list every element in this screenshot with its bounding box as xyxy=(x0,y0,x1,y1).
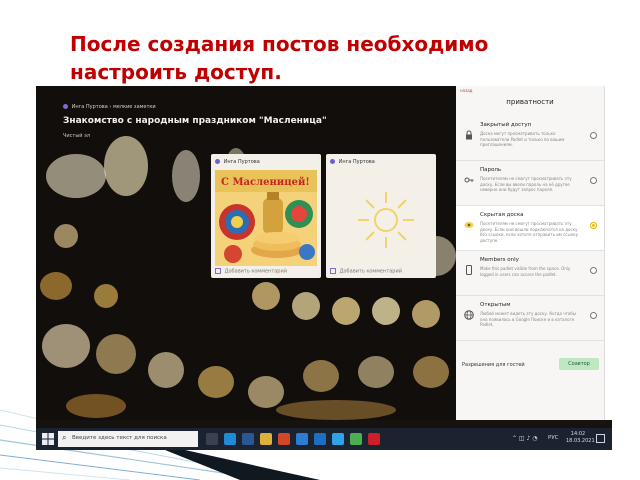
post-author: Инга Пуртова xyxy=(330,159,375,165)
post-author-name: Инга Пуртова xyxy=(223,159,260,165)
radio-button[interactable] xyxy=(590,312,597,319)
guest-permissions-label: Разрешения для гостей xyxy=(462,362,525,368)
privacy-option-public[interactable]: Открытым Любой может видеть эту доску. К… xyxy=(456,296,604,341)
add-comment[interactable]: Добавить комментарий xyxy=(215,268,287,275)
breadcrumb-folder[interactable]: мелкие заметки xyxy=(113,104,156,110)
windows-start-icon[interactable] xyxy=(42,433,54,445)
eye-hidden-icon xyxy=(464,220,474,230)
sun-drawing-image[interactable] xyxy=(330,170,432,266)
edge-icon[interactable] xyxy=(224,433,236,445)
key-icon xyxy=(464,175,474,185)
back-link[interactable]: назад xyxy=(460,88,472,93)
clock[interactable]: 14:02 18.03.2021 xyxy=(566,431,595,445)
comment-icon xyxy=(330,268,336,274)
option-description: Посетителям не смогут просматривать эту … xyxy=(480,176,572,192)
guest-permissions-dropdown[interactable]: Соавтор xyxy=(559,358,599,370)
clock-date: 18.03.2021 xyxy=(566,438,595,444)
user-avatar-icon xyxy=(63,104,68,109)
slide-heading: После создания постов необходимо настрои… xyxy=(70,30,590,86)
taskbar-search-box[interactable]: ⌕ Введите здесь текст для поиска xyxy=(58,431,198,447)
explorer-icon[interactable] xyxy=(260,433,272,445)
option-description: Посетителям не смогут просматривать эту … xyxy=(480,221,578,243)
add-comment[interactable]: Добавить комментарий xyxy=(330,268,402,275)
privacy-option-password[interactable]: Пароль Посетителям не смогут просматрива… xyxy=(456,161,604,206)
word-icon[interactable] xyxy=(242,433,254,445)
search-icon: ⌕ xyxy=(62,433,67,442)
phone-icon xyxy=(464,265,474,275)
chrome-icon[interactable] xyxy=(350,433,362,445)
option-title: Пароль xyxy=(480,167,502,173)
radio-button-selected[interactable] xyxy=(590,222,597,229)
post-card[interactable]: Инга Пуртова Добавить комментарий xyxy=(326,154,436,278)
privacy-panel-title: приватности xyxy=(506,98,554,106)
mail-icon[interactable] xyxy=(314,433,326,445)
slide-heading-line-2: настроить доступ. xyxy=(70,60,282,84)
option-description: Make this padlet visible from the space.… xyxy=(480,266,571,277)
post-author: Инга Пуртова xyxy=(215,159,260,165)
lock-icon xyxy=(464,130,474,140)
slide-heading-line-1: После создания постов необходимо xyxy=(70,32,489,56)
option-title: Скрытая доска xyxy=(480,212,524,218)
task-view-icon[interactable] xyxy=(206,433,218,445)
store-icon[interactable] xyxy=(296,433,308,445)
board-title: Знакомство с народным праздником "Маслен… xyxy=(63,116,327,126)
opera-icon[interactable] xyxy=(368,433,380,445)
breadcrumb[interactable]: Инга Пуртова › мелкие заметки xyxy=(63,104,156,110)
add-comment-label: Добавить комментарий xyxy=(224,268,287,275)
powerpoint-icon[interactable] xyxy=(278,433,290,445)
screenshot-frame: Инга Пуртова › мелкие заметки Знакомство… xyxy=(36,86,612,450)
svg-text:С Масленицей!: С Масленицей! xyxy=(221,177,310,188)
maslenitsa-postcard-image[interactable]: С Масленицей! xyxy=(215,170,317,266)
breadcrumb-separator: › xyxy=(109,104,112,110)
system-tray-icons[interactable]: ⌃ ◫ ♪ ◔ xyxy=(512,435,537,442)
notification-icon[interactable] xyxy=(596,434,605,443)
windows-taskbar: ⌕ Введите здесь текст для поиска ⌃ ◫ ♪ ◔… xyxy=(36,428,612,450)
radio-button[interactable] xyxy=(590,177,597,184)
radio-button[interactable] xyxy=(590,267,597,274)
post-card[interactable]: Инга Пуртова С Масленицей! Добавить комм… xyxy=(211,154,321,278)
radio-button[interactable] xyxy=(590,132,597,139)
option-description: Любой может видеть эту доску. Когда чтоб… xyxy=(480,311,576,327)
breadcrumb-user[interactable]: Инга Пуртова xyxy=(72,104,108,110)
board-subtitle: Чистый эл xyxy=(63,133,91,139)
privacy-panel: назад приватности Закрытый доступ Доска … xyxy=(456,86,604,420)
privacy-option-members-only[interactable]: Members only Make this padlet visible fr… xyxy=(456,251,604,296)
add-comment-label: Добавить комментарий xyxy=(339,268,402,275)
comment-icon xyxy=(215,268,221,274)
author-avatar-icon xyxy=(330,159,335,164)
window-scrollbar[interactable] xyxy=(604,86,612,420)
option-title: Открытым xyxy=(480,302,511,308)
input-language[interactable]: РУС xyxy=(548,435,559,441)
globe-icon xyxy=(464,310,474,320)
option-title: Members only xyxy=(480,257,519,263)
author-avatar-icon xyxy=(215,159,220,164)
padlet-header: Инга Пуртова › мелкие заметки Знакомство… xyxy=(36,92,456,148)
option-title: Закрытый доступ xyxy=(480,122,532,128)
privacy-option-private[interactable]: Закрытый доступ Доска могут просматриват… xyxy=(456,116,604,161)
privacy-option-secret[interactable]: Скрытая доска Посетителям не смогут прос… xyxy=(456,206,604,251)
clock-time: 14:02 xyxy=(570,431,586,437)
option-description: Доска могут просматривать только пользов… xyxy=(480,131,565,147)
taskbar-search-placeholder: Введите здесь текст для поиска xyxy=(72,435,167,441)
skype-icon[interactable] xyxy=(332,433,344,445)
post-author-name: Инга Пуртова xyxy=(338,159,375,165)
